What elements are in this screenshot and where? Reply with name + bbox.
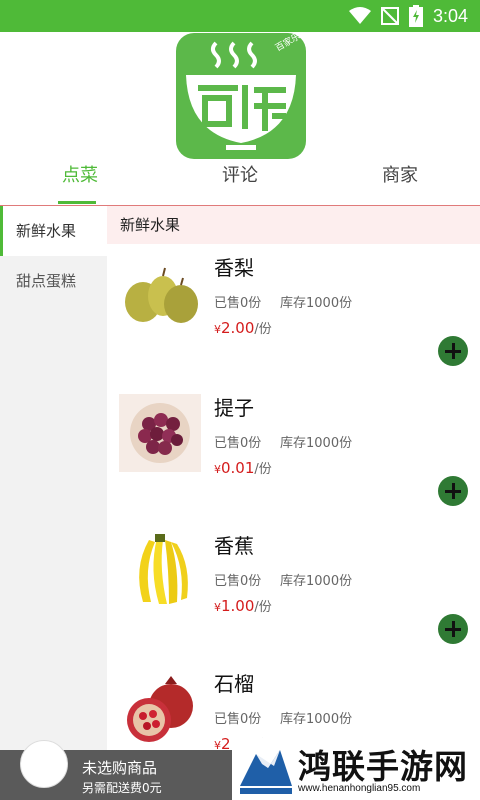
price-value: 2.00 (221, 319, 255, 337)
product-name: 香梨 (214, 256, 254, 280)
section-header: 新鲜水果 (107, 206, 480, 244)
add-to-cart-button[interactable] (438, 336, 468, 366)
currency-symbol: ¥ (214, 739, 221, 750)
product-stock: 库存1000份 (280, 296, 353, 311)
tab-bar: 点菜 评论 商家 (0, 158, 480, 206)
cart-delivery-fee: 另需配送费0元 (82, 781, 162, 795)
product-item[interactable]: 提子 已售0份 库存1000份 ¥0.01/份 (107, 394, 480, 532)
status-bar: 3:04 (0, 0, 480, 32)
price-unit: /份 (254, 600, 272, 615)
cart-bar[interactable]: 未选购商品 另需配送费0元 (0, 740, 232, 800)
no-signal-icon (380, 7, 399, 25)
tab-merchant[interactable]: 商家 (320, 158, 480, 206)
battery-charging-icon (408, 5, 423, 27)
price-unit: /份 (254, 462, 272, 477)
currency-symbol: ¥ (214, 463, 221, 476)
grape-image (119, 394, 201, 472)
watermark-url: www.henanhonglian95.com (298, 783, 421, 794)
product-sold: 已售0份 (214, 712, 262, 727)
tab-reviews[interactable]: 评论 (160, 158, 320, 206)
product-list[interactable]: 新鲜水果 香梨 已售0份 库存1000份 ¥2.00/份 提子 已售0份 库存1… (107, 206, 480, 750)
product-sold: 已售0份 (214, 296, 262, 311)
price-value: 0.01 (221, 459, 255, 477)
tab-indicator (58, 201, 96, 204)
banana-image (119, 532, 201, 610)
product-name: 香蕉 (214, 534, 254, 558)
price-value: 1.00 (221, 597, 255, 615)
product-sold: 已售0份 (214, 574, 262, 589)
status-icons: 3:04 (348, 0, 468, 32)
store-logo: 百家乐 (176, 32, 306, 159)
add-to-cart-button[interactable] (438, 476, 468, 506)
cart-icon[interactable] (20, 740, 68, 788)
price-unit: /份 (254, 322, 272, 337)
pear-image (119, 254, 201, 332)
currency-symbol: ¥ (214, 323, 221, 336)
product-item[interactable]: 香梨 已售0份 库存1000份 ¥2.00/份 (107, 254, 480, 392)
add-to-cart-button[interactable] (438, 614, 468, 644)
currency-symbol: ¥ (214, 601, 221, 614)
watermark-logo-icon (240, 750, 292, 794)
category-sidebar: 新鲜水果 甜点蛋糕 (0, 206, 107, 750)
category-fresh-fruit[interactable]: 新鲜水果 (0, 206, 107, 256)
product-item[interactable]: 香蕉 已售0份 库存1000份 ¥1.00/份 (107, 532, 480, 670)
pomegranate-image (119, 670, 201, 748)
product-stock: 库存1000份 (280, 574, 353, 589)
tab-order[interactable]: 点菜 (0, 158, 160, 206)
cart-title: 未选购商品 (82, 759, 158, 777)
watermark: 鸿联手游网 www.henanhonglian95.com (232, 738, 480, 800)
product-name: 石榴 (214, 672, 254, 696)
product-sold: 已售0份 (214, 436, 262, 451)
product-stock: 库存1000份 (280, 712, 353, 727)
product-price: ¥2.00/份 (214, 318, 272, 337)
category-dessert-cake[interactable]: 甜点蛋糕 (0, 256, 107, 306)
status-time: 3:04 (432, 5, 468, 26)
product-name: 提子 (214, 396, 254, 420)
watermark-text: 鸿联手游网 (298, 747, 468, 786)
wifi-icon (348, 7, 371, 24)
product-price: ¥0.01/份 (214, 458, 272, 477)
store-logo-icon (176, 33, 306, 159)
product-stock: 库存1000份 (280, 436, 353, 451)
product-price: ¥1.00/份 (214, 596, 272, 615)
